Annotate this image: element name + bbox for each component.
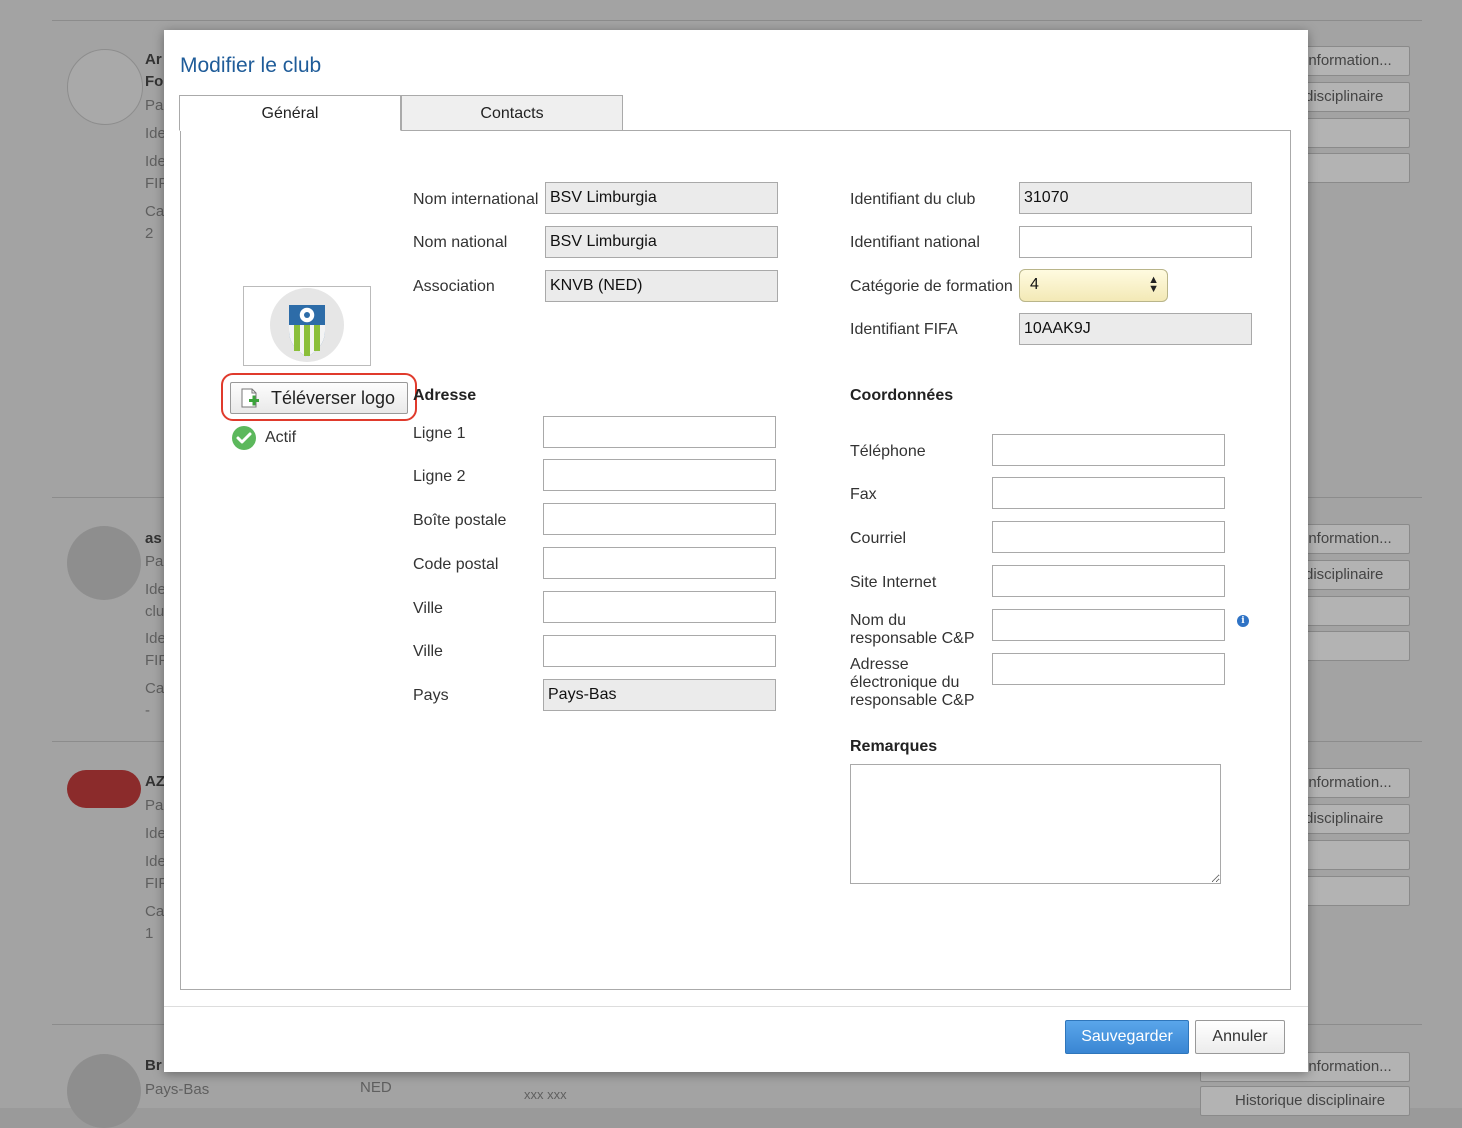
add-file-icon	[241, 388, 259, 408]
section-coordonnees-title: Coordonnées	[850, 387, 954, 404]
club-info-line: Pa	[145, 553, 164, 570]
nom-national-field[interactable]	[545, 226, 778, 258]
club-info-line: Ca	[145, 680, 165, 697]
label-association: Association	[413, 278, 495, 295]
footer-divider	[164, 1006, 1308, 1007]
label-boite-postale: Boîte postale	[413, 512, 507, 529]
club-crest-icon	[270, 288, 344, 362]
label-ville-2: Ville	[413, 643, 443, 660]
club-info-line: Pa	[145, 797, 164, 814]
row-divider	[52, 20, 1422, 21]
association-field[interactable]	[545, 270, 778, 302]
cancel-button[interactable]: Annuler	[1195, 1020, 1285, 1054]
identifiant-fifa-field[interactable]	[1019, 313, 1252, 345]
club-country-code: NED	[360, 1079, 392, 1096]
club-logo	[67, 526, 141, 600]
club-info-line: Ide	[145, 125, 166, 142]
section-adresse-title: Adresse	[413, 387, 477, 404]
label-identifiant-fifa: Identifiant FIFA	[850, 321, 958, 338]
club-name: as	[145, 530, 162, 547]
label-ligne1: Ligne 1	[413, 425, 466, 442]
label-identifiant-national: Identifiant national	[850, 234, 980, 251]
edit-club-dialog: Modifier le club Général Contacts Téléve…	[164, 30, 1308, 1072]
check-circle-icon	[232, 426, 256, 450]
label-nom-responsable: Nom du responsable C&P	[850, 612, 975, 647]
dialog-title: Modifier le club	[180, 54, 322, 77]
label-fax: Fax	[850, 486, 877, 503]
label-categorie-formation: Catégorie de formation	[850, 278, 1013, 295]
ville-field[interactable]	[543, 591, 776, 623]
nom-international-field[interactable]	[545, 182, 778, 214]
club-name: Br	[145, 1057, 162, 1074]
club-info-line: Ide	[145, 825, 166, 842]
remarques-textarea[interactable]	[850, 764, 1221, 884]
club-logo-ajax	[67, 49, 143, 125]
categorie-formation-value: 4	[1030, 276, 1039, 293]
nom-responsable-field[interactable]	[992, 609, 1225, 641]
ligne2-field[interactable]	[543, 459, 776, 491]
club-info-line: 1	[145, 925, 154, 942]
tab-contacts[interactable]: Contacts	[401, 95, 623, 131]
label-ligne2: Ligne 2	[413, 468, 466, 485]
club-info-line: Ca	[145, 903, 165, 920]
save-button[interactable]: Sauvegarder	[1065, 1020, 1189, 1054]
adresse-responsable-field[interactable]	[992, 653, 1225, 685]
label-telephone: Téléphone	[850, 443, 926, 460]
club-info-line: Pa	[145, 97, 164, 114]
select-arrows-icon: ▲ ▼	[1148, 274, 1159, 295]
club-name: AZ	[145, 773, 165, 790]
label-courriel: Courriel	[850, 530, 907, 547]
club-info-line: -	[145, 702, 150, 719]
club-name-2: Fo	[145, 73, 164, 90]
categorie-formation-select[interactable]: 4 ▲ ▼	[1019, 269, 1168, 302]
club-info-line: Ide	[145, 153, 166, 170]
courriel-field[interactable]	[992, 521, 1225, 553]
active-label: Actif	[265, 429, 297, 446]
club-info-line: Ide	[145, 630, 166, 647]
active-status: Actif	[231, 425, 296, 451]
label-pays: Pays	[413, 687, 449, 704]
telephone-field[interactable]	[992, 434, 1225, 466]
label-ville: Ville	[413, 600, 443, 617]
club-info-line: 2	[145, 225, 154, 242]
info-icon[interactable]: i	[1237, 615, 1249, 627]
site-internet-field[interactable]	[992, 565, 1225, 597]
club-country: Pays-Bas	[145, 1081, 210, 1098]
club-info-line: Ide	[145, 853, 166, 870]
pays-field[interactable]	[543, 679, 776, 711]
club-phone: xxx xxx	[524, 1087, 567, 1102]
club-info-line: Ca	[145, 203, 165, 220]
upload-logo-label: Téléverser logo	[271, 387, 396, 408]
club-logo-preview	[243, 286, 371, 366]
identifiant-club-field[interactable]	[1019, 182, 1252, 214]
label-adresse-responsable: Adresse électronique du responsable C&P	[850, 656, 975, 709]
tab-panel-general: Téléverser logo Actif Nom international …	[180, 130, 1291, 990]
upload-logo-button[interactable]: Téléverser logo	[230, 382, 408, 414]
identifiant-national-field[interactable]	[1019, 226, 1252, 258]
ville-2-field[interactable]	[543, 635, 776, 667]
code-postal-field[interactable]	[543, 547, 776, 579]
club-logo	[67, 1054, 141, 1128]
club-logo-az	[67, 770, 141, 808]
section-remarques-title: Remarques	[850, 738, 938, 755]
label-nom-national: Nom national	[413, 234, 508, 251]
label-identifiant-club: Identifiant du club	[850, 191, 976, 208]
disciplinary-history-button[interactable]: Historique disciplinaire	[1200, 1086, 1410, 1116]
label-code-postal: Code postal	[413, 556, 499, 573]
club-name: Ar	[145, 51, 162, 68]
tab-general[interactable]: Général	[179, 95, 401, 131]
ligne1-field[interactable]	[543, 416, 776, 448]
club-info-line: clu	[145, 603, 165, 620]
label-site-internet: Site Internet	[850, 574, 937, 591]
fax-field[interactable]	[992, 477, 1225, 509]
club-info-line: Ide	[145, 581, 166, 598]
label-nom-international: Nom international	[413, 191, 539, 208]
boite-postale-field[interactable]	[543, 503, 776, 535]
